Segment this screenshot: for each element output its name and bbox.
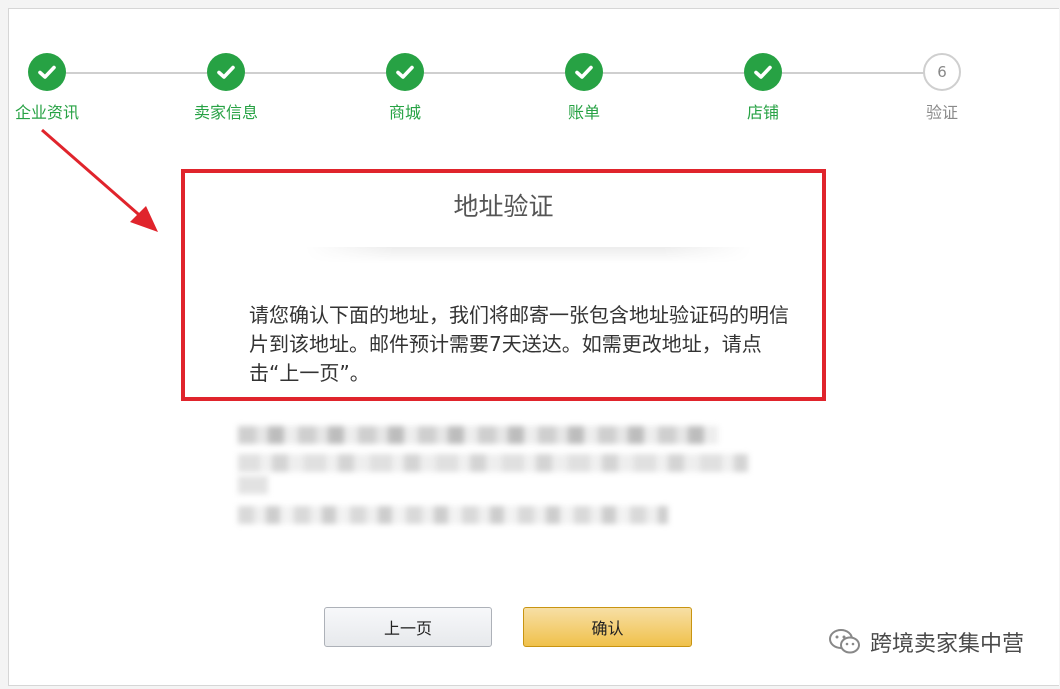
step-billing: 账单 [534,53,634,123]
watermark: 跨境卖家集中营 [828,626,1024,658]
step-verification: 6 验证 [892,53,992,123]
step-store: 店铺 [713,53,813,123]
step-label: 店铺 [746,103,779,122]
step-label: 卖家信息 [193,103,258,122]
step-label: 商城 [388,103,421,122]
panel-title: 地址验证 [453,192,554,221]
address-line [238,454,748,472]
address-line [238,476,268,494]
address-line [238,506,668,524]
step-marketplace: 商城 [355,53,455,123]
step-label: 验证 [925,103,958,122]
wechat-icon [828,629,860,654]
check-icon [207,53,245,91]
step-company-info: 企业资讯 [0,53,97,123]
step-number: 6 [923,53,961,91]
address-line [238,426,718,444]
step-label: 企业资讯 [14,103,79,122]
divider [305,247,752,263]
check-icon [386,53,424,91]
watermark-text: 跨境卖家集中营 [869,632,1024,657]
back-button[interactable]: 上一页 [324,607,492,647]
confirm-button[interactable]: 确认 [523,607,692,647]
check-icon [744,53,782,91]
verification-message: 请您确认下面的地址，我们将邮寄一张包含地址验证码的明信片到该地址。邮件预计需要7… [249,303,789,385]
check-icon [28,53,66,91]
step-label: 账单 [567,103,600,122]
step-seller-info: 卖家信息 [176,53,276,123]
check-icon [565,53,603,91]
blurred-address [238,410,758,530]
annotation-highlight-box: 地址验证 请您确认下面的地址，我们将邮寄一张包含地址验证码的明信片到该地址。邮件… [181,169,826,401]
